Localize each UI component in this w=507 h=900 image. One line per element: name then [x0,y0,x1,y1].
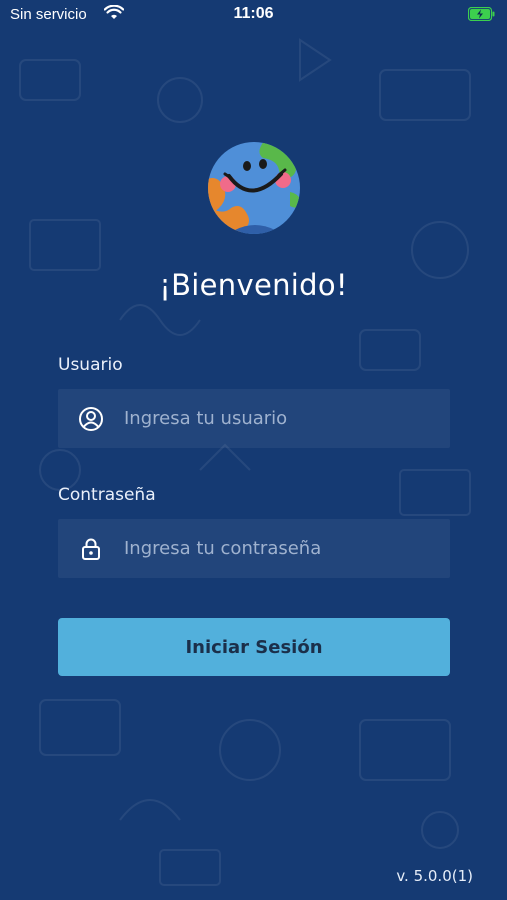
password-label: Contraseña [58,485,156,505]
login-button[interactable]: Iniciar Sesión [58,618,450,676]
username-input[interactable] [124,389,434,448]
username-field[interactable] [58,389,450,448]
welcome-title: ¡Bienvenido! [159,268,348,302]
password-field[interactable] [58,519,450,578]
password-input[interactable] [124,519,434,578]
background-pattern [19,38,471,886]
lock-icon [82,538,100,560]
battery-charging-icon [468,7,495,21]
smiling-globe-logo [208,142,300,234]
username-label: Usuario [58,355,123,375]
user-circle-icon [79,407,103,431]
status-time: 11:06 [233,5,274,22]
app-version: v. 5.0.0(1) [396,867,473,885]
status-bar: Sin servicio 11:06 [0,0,507,30]
